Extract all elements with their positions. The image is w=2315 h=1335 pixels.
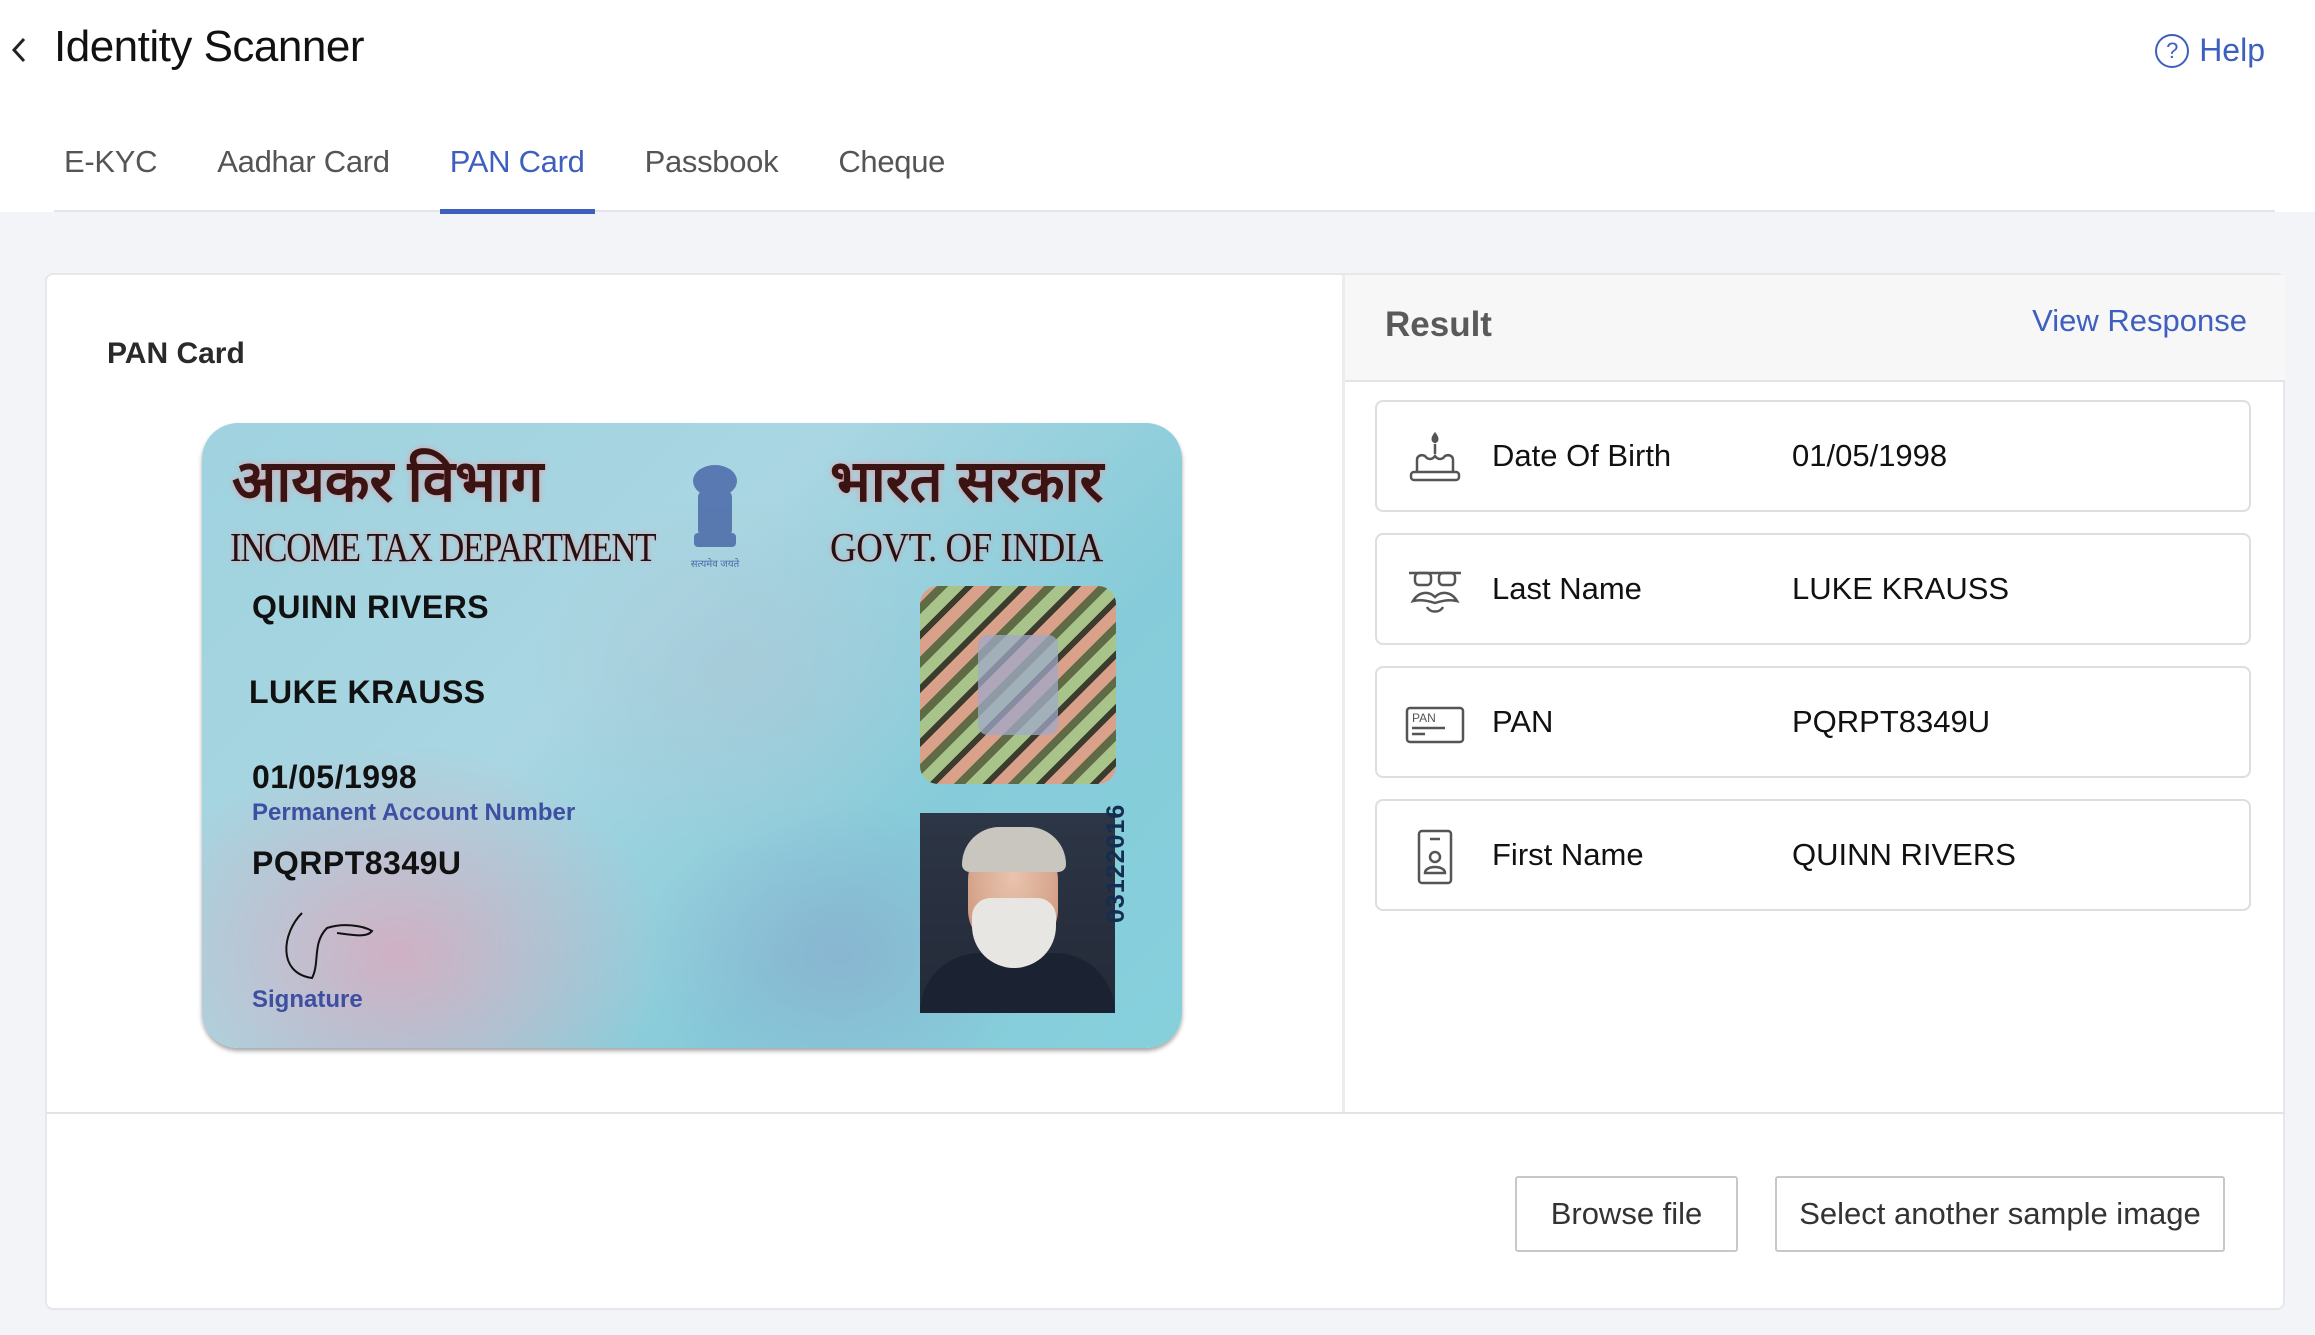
scanner-card: PAN Card आयकर विभाग भारत सरकार INCOME TA…	[45, 273, 2285, 1310]
result-row-date-of-birth: Date Of Birth 01/05/1998	[1375, 400, 2251, 512]
help-circle-icon: ?	[2155, 33, 2190, 68]
result-value: 01/05/1998	[1792, 438, 1948, 473]
page-title: Identity Scanner	[54, 22, 364, 71]
result-row-first-name: First Name QUINN RIVERS	[1375, 799, 2251, 911]
back-button[interactable]	[4, 30, 34, 70]
pan-card-icon: PAN	[1405, 706, 1465, 744]
pan-card-image: आयकर विभाग भारत सरकार INCOME TAX DEPARTM…	[202, 423, 1182, 1048]
select-sample-image-button[interactable]: Select another sample image	[1775, 1176, 2225, 1252]
result-label: PAN	[1492, 704, 1554, 739]
card-first-name: QUINN RIVERS	[252, 589, 490, 625]
signature-mark	[285, 912, 374, 980]
tab-e-kyc[interactable]: E-KYC	[54, 130, 167, 212]
national-emblem-icon: सत्यमेव जयते	[691, 465, 740, 570]
card-department: INCOME TAX DEPARTMENT	[230, 524, 657, 570]
hologram-seal	[920, 586, 1116, 784]
help-label: Help	[2199, 32, 2265, 68]
id-badge-icon	[1417, 829, 1453, 885]
result-label: Last Name	[1492, 571, 1642, 606]
result-header: Result View Response	[1345, 275, 2285, 382]
browse-file-button[interactable]: Browse file	[1515, 1176, 1738, 1252]
card-serial: 03122016	[1102, 803, 1130, 923]
action-bar: Browse file Select another sample image	[47, 1112, 2285, 1310]
card-photo	[920, 813, 1115, 1013]
result-value: PQRPT8349U	[1792, 704, 1991, 739]
result-value: LUKE KRAUSS	[1792, 571, 2010, 606]
card-pan-number: PQRPT8349U	[252, 845, 462, 881]
document-panel: PAN Card आयकर विभाग भारत सरकार INCOME TA…	[47, 275, 1342, 1112]
result-row-pan: PAN PAN PQRPT8349U	[1375, 666, 2251, 778]
tab-bar: E-KYC Aadhar Card PAN Card Passbook Cheq…	[54, 130, 2275, 214]
tab-pan-card[interactable]: PAN Card	[439, 130, 595, 214]
result-label: Date Of Birth	[1492, 438, 1672, 473]
card-dob: 01/05/1998	[252, 759, 418, 795]
chevron-left-icon	[11, 37, 26, 63]
card-hindi-dept: आयकर विभाग	[232, 449, 544, 514]
tab-passbook[interactable]: Passbook	[635, 130, 789, 212]
svg-text:PAN: PAN	[1412, 711, 1436, 725]
result-title: Result	[1385, 305, 1492, 344]
result-panel: Result View Response Date Of Birth 01/05…	[1342, 275, 2285, 1112]
help-link[interactable]: ? Help	[2155, 32, 2265, 69]
emblem-caption: सत्यमेव जयते	[691, 558, 740, 570]
result-list: Date Of Birth 01/05/1998 Last Name LUKE …	[1375, 400, 2251, 932]
document-type-label: PAN Card	[107, 337, 245, 370]
card-pan-label: Permanent Account Number	[252, 799, 576, 826]
glasses-mustache-icon	[1409, 571, 1461, 613]
tab-cheque[interactable]: Cheque	[828, 130, 955, 212]
result-label: First Name	[1492, 837, 1644, 872]
card-signature-label: Signature	[252, 986, 363, 1013]
card-hindi-govt: भारत सरकार	[830, 449, 1104, 514]
result-row-last-name: Last Name LUKE KRAUSS	[1375, 533, 2251, 645]
view-response-link[interactable]: View Response	[2032, 303, 2247, 339]
tab-aadhar-card[interactable]: Aadhar Card	[207, 130, 399, 212]
top-bar: Identity Scanner ? Help E-KYC Aadhar Car…	[0, 0, 2315, 214]
result-value: QUINN RIVERS	[1792, 837, 2016, 872]
card-last-name: LUKE KRAUSS	[249, 674, 486, 710]
card-government: GOVT. OF INDIA	[830, 524, 1103, 570]
birthday-cake-icon	[1409, 431, 1461, 482]
